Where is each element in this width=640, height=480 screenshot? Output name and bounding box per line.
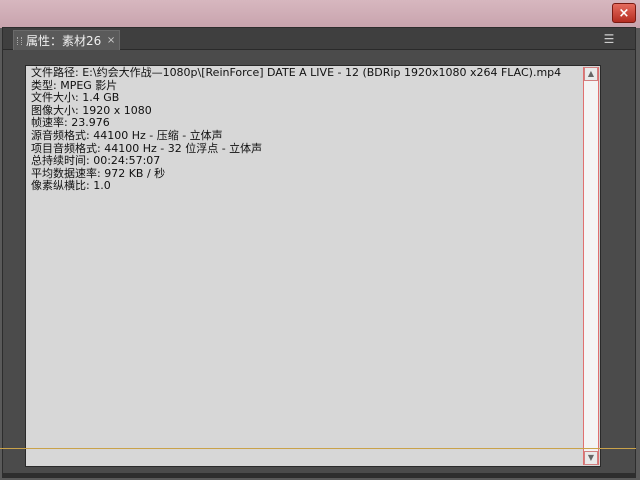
panel-bottom-edge [3, 473, 635, 477]
panel-tabbar: 属性：素材26 × ☰ [3, 28, 635, 50]
info-line-pixel-aspect: 像素纵横比: 1.0 [31, 179, 111, 193]
info-line-filesize: 文件大小: 1.4 GB [31, 91, 120, 105]
grip-icon[interactable] [17, 37, 22, 45]
info-text: 文件路径: E:\约会大作战—1080p\[ReinForce] DATE A … [31, 66, 578, 193]
info-content: 文件路径: E:\约会大作战—1080p\[ReinForce] DATE A … [25, 65, 601, 467]
info-line-duration: 总持续时间: 00:24:57:07 [31, 154, 161, 168]
properties-panel: 属性：素材26 × ☰ 文件路径: E:\约会大作战—1080p\[ReinFo… [2, 27, 636, 478]
tab-properties[interactable]: 属性：素材26 × [13, 30, 121, 51]
scroll-down-icon[interactable]: ▼ [584, 451, 598, 465]
info-line-filepath: 文件路径: E:\约会大作战—1080p\[ReinForce] DATE A … [31, 66, 562, 79]
info-line-imagesize: 图像大小: 1920 x 1080 [31, 103, 152, 117]
info-line-source-audio: 源音频格式: 44100 Hz - 压缩 - 立体声 [31, 128, 223, 142]
panel-accent-line [0, 448, 636, 449]
tab-close-icon[interactable]: × [107, 31, 115, 51]
tab-label: 属性：素材26 [26, 34, 102, 48]
window-titlebar: × [0, 0, 640, 28]
panel-menu-icon[interactable]: ☰ [601, 32, 617, 46]
vertical-scrollbar[interactable]: ▲ ▼ [583, 67, 599, 465]
window-close-button[interactable]: × [612, 3, 636, 23]
scroll-up-icon[interactable]: ▲ [584, 67, 598, 81]
info-line-datarate: 平均数据速率: 972 KB / 秒 [31, 166, 166, 180]
